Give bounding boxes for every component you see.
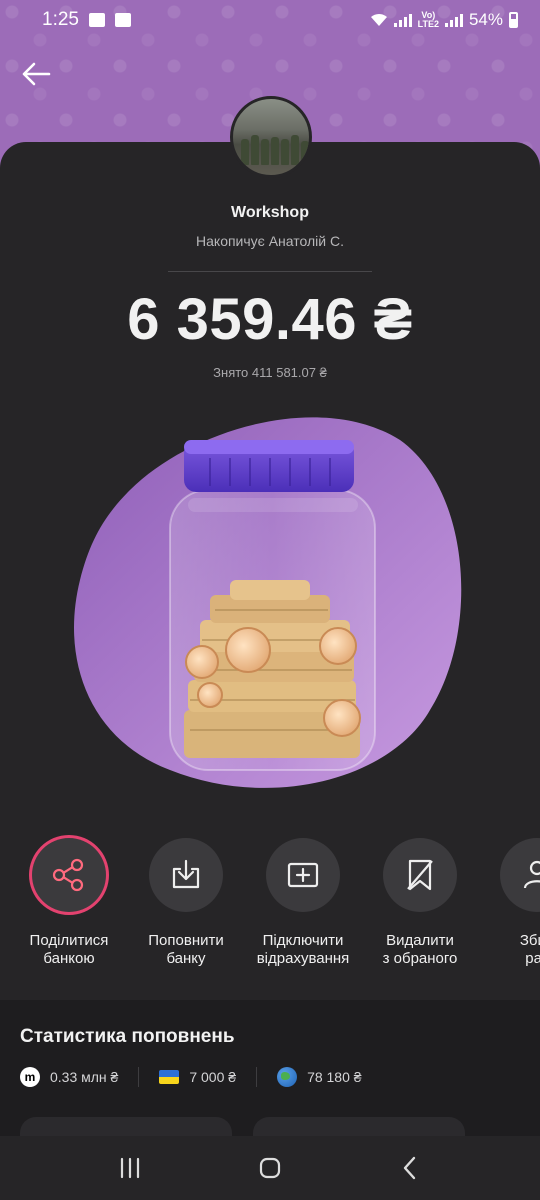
share-jar-label: Поділитися банкою (29, 932, 109, 967)
bookmark-remove-icon (407, 859, 433, 891)
add-box-icon (287, 862, 319, 888)
jar-title: Workshop (231, 204, 309, 221)
connect-deduction-button[interactable]: Підключити відрахування (243, 838, 363, 968)
user-icon (523, 860, 540, 889)
signal-icon (393, 13, 412, 27)
system-nav-bar (0, 1136, 540, 1200)
jar-balance: 6 359.46 ₴ (127, 287, 413, 352)
jar-owner: Накопичує Анатолій С. (196, 233, 344, 249)
stats-title: Статистика поповнень (20, 1026, 235, 1047)
stat-divider (256, 1067, 258, 1087)
status-bar: 1:25 Vo) LTE2 54% (0, 0, 540, 40)
stat-world-value: 78 180 ₴ (307, 1069, 362, 1085)
collect-together-button[interactable]: Збир раз (477, 838, 540, 968)
stat-monobank-value: 0.33 млн ₴ (50, 1069, 119, 1085)
remove-favorite-button[interactable]: Видалити з обраного (360, 838, 480, 968)
top-up-stats: Статистика поповнень m 0.33 млн ₴ 7 000 … (0, 1000, 540, 1157)
status-time: 1:25 (42, 9, 79, 30)
top-up-jar-label: Поповнити банку (148, 932, 224, 967)
home-button[interactable] (250, 1148, 290, 1188)
jar-avatar (230, 96, 312, 178)
back-button[interactable] (18, 56, 54, 92)
network-label: Vo) LTE2 (417, 10, 439, 29)
system-back-button[interactable] (390, 1148, 430, 1188)
remove-favorite-label: Видалити з обраного (382, 932, 458, 967)
chevron-left-icon (403, 1156, 416, 1180)
monobank-icon: m (20, 1067, 40, 1087)
stat-world: 78 180 ₴ (277, 1067, 362, 1087)
battery-icon (509, 12, 518, 28)
withdrawn-amount: Знято 411 581.07 ₴ (213, 365, 327, 380)
gallery-icon (114, 13, 131, 27)
download-tray-icon (172, 859, 200, 889)
divider (168, 271, 372, 272)
stats-row: m 0.33 млн ₴ 7 000 ₴ 78 180 ₴ (20, 1066, 520, 1088)
stat-ukraine: 7 000 ₴ (159, 1069, 236, 1085)
home-icon (259, 1157, 281, 1179)
connect-deduction-label: Підключити відрахування (256, 932, 350, 967)
stat-divider (138, 1067, 140, 1087)
jar-actions: Поділитися банкою Поповнити банку Підклю… (0, 838, 540, 978)
top-up-jar-button[interactable]: Поповнити банку (126, 838, 246, 968)
signal-icon-2 (444, 13, 463, 27)
jar-illustration (74, 417, 462, 788)
ukraine-flag-icon (159, 1070, 180, 1084)
collect-together-label: Збир раз (519, 932, 540, 967)
recent-apps-icon (120, 1157, 140, 1179)
folder-icon (88, 13, 105, 27)
share-icon (52, 858, 84, 892)
share-jar-button[interactable]: Поділитися банкою (9, 838, 129, 968)
wifi-icon (370, 13, 387, 26)
stat-ukraine-value: 7 000 ₴ (189, 1069, 237, 1085)
globe-icon (277, 1067, 298, 1087)
recent-apps-button[interactable] (110, 1148, 150, 1188)
arrow-left-icon (22, 62, 51, 86)
battery-percent: 54% (468, 10, 503, 29)
stat-monobank: m 0.33 млн ₴ (20, 1067, 118, 1087)
